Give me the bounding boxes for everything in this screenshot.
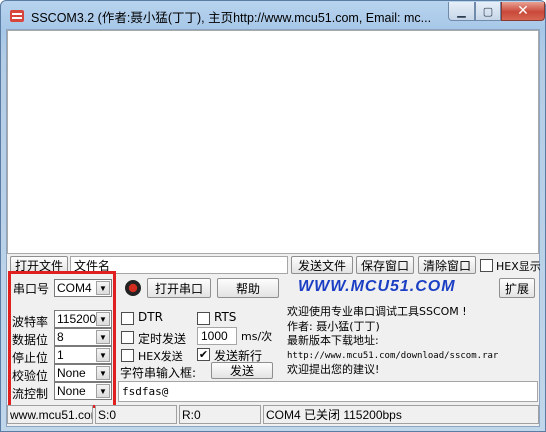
status-received: R:0 (179, 405, 261, 424)
info-line: 作者: 聂小猛(丁丁) (287, 319, 380, 333)
info-panel: 欢迎使用专业串口调试工具SSCOM ! 作者: 聂小猛(丁丁) 最新版本下载地址… (287, 305, 537, 377)
interval-input[interactable]: 1000 (197, 327, 237, 345)
highlight-box (8, 271, 116, 408)
status-port-state: COM4 已关闭 115200bps (263, 405, 539, 424)
hex-display-checkbox[interactable] (480, 259, 493, 272)
clear-window-button[interactable]: 清除窗口 (418, 256, 476, 274)
timed-send-checkbox[interactable] (121, 331, 134, 344)
open-port-button[interactable]: 打开串口 (147, 278, 211, 298)
checkmark-icon: ✔ (198, 348, 209, 361)
status-sent: S:0 (95, 405, 177, 424)
mcu51-logo: WWW.MCU51.COM (298, 278, 456, 295)
close-icon: ✕ (517, 3, 529, 19)
status-bar: www.mcu51.cor S:0 R:0 COM4 已关闭 115200bps (7, 405, 539, 425)
rts-checkbox[interactable] (197, 312, 210, 325)
window-title: SSCOM3.2 (作者:聂小猛(丁丁), 主页http://www.mcu51… (31, 11, 432, 25)
hex-send-checkbox[interactable] (121, 349, 134, 362)
info-line: http://www.mcu51.com/download/sscom.rar (287, 350, 499, 361)
help-button[interactable]: 帮助 (217, 278, 279, 298)
dtr-label: DTR (138, 310, 163, 324)
hex-display-label: HEX显示 (496, 260, 541, 273)
info-line: 欢迎使用专业串口调试工具SSCOM ! (287, 305, 467, 318)
send-button[interactable]: 发送 (211, 362, 273, 379)
hex-send-label: HEX发送 (138, 350, 183, 363)
rts-label: RTS (214, 310, 237, 324)
app-icon (10, 10, 24, 22)
maximize-icon: ▢ (482, 4, 494, 18)
send-newline-checkbox[interactable]: ✔ (197, 348, 210, 361)
timed-send-label: 定时发送 (138, 332, 187, 346)
expand-button[interactable]: 扩展 (499, 278, 535, 298)
minimize-button[interactable]: ▁ (448, 2, 475, 21)
save-window-button[interactable]: 保存窗口 (356, 256, 414, 274)
send-input[interactable]: fsdfas@ (118, 381, 538, 402)
interval-unit-label: ms/次 (241, 330, 273, 343)
maximize-button[interactable]: ▢ (475, 2, 501, 21)
port-status-indicator-icon (125, 280, 141, 296)
info-line: 最新版本下载地址: (287, 334, 379, 347)
status-site: www.mcu51.cor (7, 405, 93, 424)
send-file-button[interactable]: 发送文件 (291, 256, 353, 274)
dtr-checkbox[interactable] (121, 312, 134, 325)
receive-textarea[interactable] (7, 30, 539, 254)
input-label: 字符串输入框: (120, 366, 197, 380)
info-line: 欢迎提出您的建议! (287, 363, 380, 376)
close-button[interactable]: ✕ (501, 2, 545, 21)
minimize-icon: ▁ (457, 4, 466, 18)
